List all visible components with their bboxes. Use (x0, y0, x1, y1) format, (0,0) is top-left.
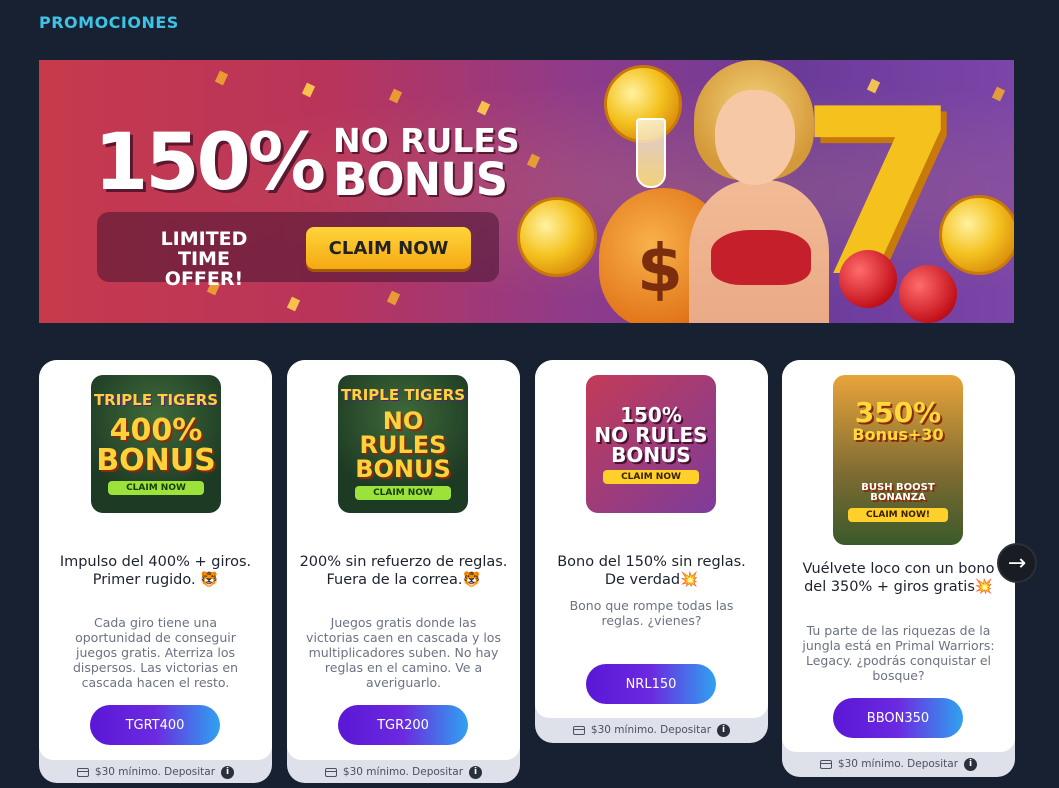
cherry-icon (899, 265, 957, 323)
banner-percent: 150% (94, 118, 326, 208)
champagne-glass-icon (636, 118, 666, 188)
info-icon[interactable]: i (221, 765, 235, 779)
info-icon[interactable]: i (469, 765, 483, 779)
promo-code-button[interactable]: BBON350 (833, 698, 963, 738)
card-title: Bono del 150% sin reglas. De verdad💥 (557, 554, 746, 588)
thumb-claim: CLAIM NOW (108, 481, 204, 495)
promo-card[interactable]: 350% Bonus+30 BUSH BOOST BONANZA CLAIM N… (782, 360, 1015, 777)
thumb-line2: BONUS (96, 443, 216, 478)
credit-card-icon (572, 725, 585, 735)
credit-card-icon (819, 759, 832, 769)
thumb-line3: BONUS (611, 442, 691, 467)
promo-card[interactable]: TRIPLE TIGERS 400% BONUS CLAIM NOW Impul… (39, 360, 272, 783)
footer-text: $30 mínimo. Depositar (342, 766, 464, 778)
promo-thumbnail[interactable]: 150% NO RULES BONUS CLAIM NOW (586, 375, 716, 513)
thumb-line3: BUSH BOOST BONANZA (861, 481, 935, 503)
credit-card-icon (324, 767, 337, 777)
card-footer: $30 mínimo. Depositar i (535, 720, 768, 740)
card-description: Juegos gratis donde las victorias caen e… (306, 615, 501, 690)
cherry-icon (839, 250, 897, 308)
thumb-brand: TRIPLE TIGERS (93, 391, 219, 409)
dollar-sign: $ (637, 230, 683, 307)
character-top (711, 230, 811, 285)
coin-icon (517, 197, 597, 277)
footer-text: $30 mínimo. Depositar (837, 758, 959, 770)
thumb-line2: Bonus+30 (852, 424, 944, 444)
info-icon[interactable]: i (964, 757, 978, 771)
footer-text: $30 mínimo. Depositar (590, 724, 712, 736)
card-footer: $30 mínimo. Depositar i (782, 754, 1015, 774)
card-title: Vuélvete loco con un bono del 350% + gir… (802, 561, 995, 595)
banner-line2: BONUS (332, 153, 508, 206)
promo-thumbnail[interactable]: 350% Bonus+30 BUSH BOOST BONANZA CLAIM N… (833, 375, 963, 545)
limited-offer-text: LIMITED TIME OFFER! (137, 228, 271, 290)
thumb-claim: CLAIM NOW! (848, 507, 948, 522)
promo-card[interactable]: TRIPLE TIGERS NO RULES BONUS CLAIM NOW 2… (287, 360, 520, 783)
footer-text: $30 mínimo. Depositar (94, 766, 216, 778)
thumb-brand: TRIPLE TIGERS (340, 386, 466, 404)
card-title: 200% sin refuerzo de reglas. Fuera de la… (299, 554, 508, 588)
card-description: Bono que rompe todas las reglas. ¿vienes… (569, 598, 734, 628)
promo-code-button[interactable]: NRL150 (586, 664, 716, 704)
carousel-next-button[interactable]: → (997, 543, 1037, 583)
arrow-right-icon: → (1007, 550, 1027, 576)
credit-card-icon (76, 767, 89, 777)
thumb-line3: BONUS (355, 455, 451, 483)
banner-claim-button[interactable]: CLAIM NOW (306, 227, 471, 269)
promo-code-button[interactable]: TGR200 (338, 705, 468, 745)
character-face (715, 90, 795, 185)
promo-banner[interactable]: 150% NO RULES BONUS LIMITED TIME OFFER! … (39, 60, 1014, 323)
card-description: Tu parte de las riquezas de la jungla es… (802, 623, 995, 683)
thumb-line1: NO (382, 407, 424, 435)
card-title: Impulso del 400% + giros. Primer rugido.… (59, 554, 252, 588)
section-title: PROMOCIONES (39, 13, 179, 32)
promo-thumbnail[interactable]: TRIPLE TIGERS 400% BONUS CLAIM NOW (91, 375, 221, 513)
banner-headline: 150% NO RULES BONUS (94, 118, 520, 208)
thumb-line1: 400% (109, 413, 203, 448)
card-description: Cada giro tiene una oportunidad de conse… (72, 615, 239, 690)
thumb-line2: NO RULES (594, 422, 708, 447)
card-footer: $30 mínimo. Depositar i (39, 762, 272, 782)
info-icon[interactable]: i (717, 723, 731, 737)
card-footer: $30 mínimo. Depositar i (287, 762, 520, 782)
promo-card[interactable]: 150% NO RULES BONUS CLAIM NOW Bono del 1… (535, 360, 768, 743)
promo-thumbnail[interactable]: TRIPLE TIGERS NO RULES BONUS CLAIM NOW (338, 375, 468, 513)
thumb-line1: 350% (854, 395, 942, 429)
thumb-claim: CLAIM NOW (603, 469, 699, 484)
limited-line2: OFFER! (164, 267, 244, 290)
promo-code-button[interactable]: TGRT400 (90, 705, 220, 745)
limited-line1: LIMITED TIME (160, 228, 248, 270)
thumb-line1: 150% (620, 402, 682, 427)
thumb-claim: CLAIM NOW (355, 486, 451, 500)
thumb-line2: RULES (359, 431, 447, 459)
